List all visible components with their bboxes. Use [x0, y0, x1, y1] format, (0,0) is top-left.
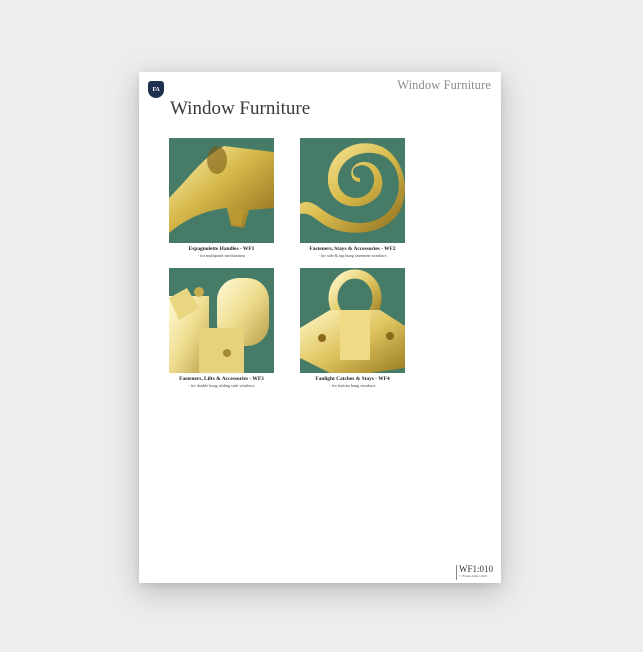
- product-image-fanlight-catch[interactable]: [300, 268, 405, 373]
- logo-text: FA: [152, 86, 160, 93]
- product-image-scroll-stay[interactable]: [300, 138, 405, 243]
- product-card-wf4[interactable]: Fanlight Catches & Stays - WF4 - for bot…: [300, 268, 405, 388]
- product-subtitle: - for multipoint mechanisms: [197, 253, 246, 258]
- product-title[interactable]: Fasteners, Stays & Accessories - WF2: [300, 246, 405, 252]
- product-title[interactable]: Fasteners, Lifts & Accessories - WF3: [169, 376, 274, 382]
- product-subtitle: - for bottom hung windows: [329, 383, 376, 388]
- product-card-wf2[interactable]: Fasteners, Stays & Accessories - WF2 - f…: [300, 138, 405, 258]
- product-card-wf3[interactable]: Fasteners, Lifts & Accessories - WF3 - f…: [169, 268, 274, 388]
- product-image-espagnolette-handle[interactable]: [169, 138, 274, 243]
- product-subtitle: - for double hung sliding sash windows: [188, 383, 255, 388]
- product-title[interactable]: Fanlight Catches & Stays - WF4: [300, 376, 405, 382]
- product-title[interactable]: Espagnolette Handles - WF1: [169, 246, 274, 252]
- product-card-wf1[interactable]: Espagnolette Handles - WF1 - for multipo…: [169, 138, 274, 258]
- header-title: Window Furniture: [397, 78, 491, 92]
- catalogue-page: FA Window Furniture Window Furniture Esp…: [139, 72, 501, 583]
- product-subtitle: - for side & top hung casement windows: [318, 253, 387, 258]
- page-code: WF1:010: [459, 564, 494, 574]
- product-image-sash-fastener[interactable]: [169, 268, 274, 373]
- page-title: Window Furniture: [170, 98, 311, 119]
- brand-logo: FA: [148, 81, 164, 98]
- copyright-text: © Frank Allart 2021: [459, 574, 488, 578]
- footer-divider: [456, 565, 457, 580]
